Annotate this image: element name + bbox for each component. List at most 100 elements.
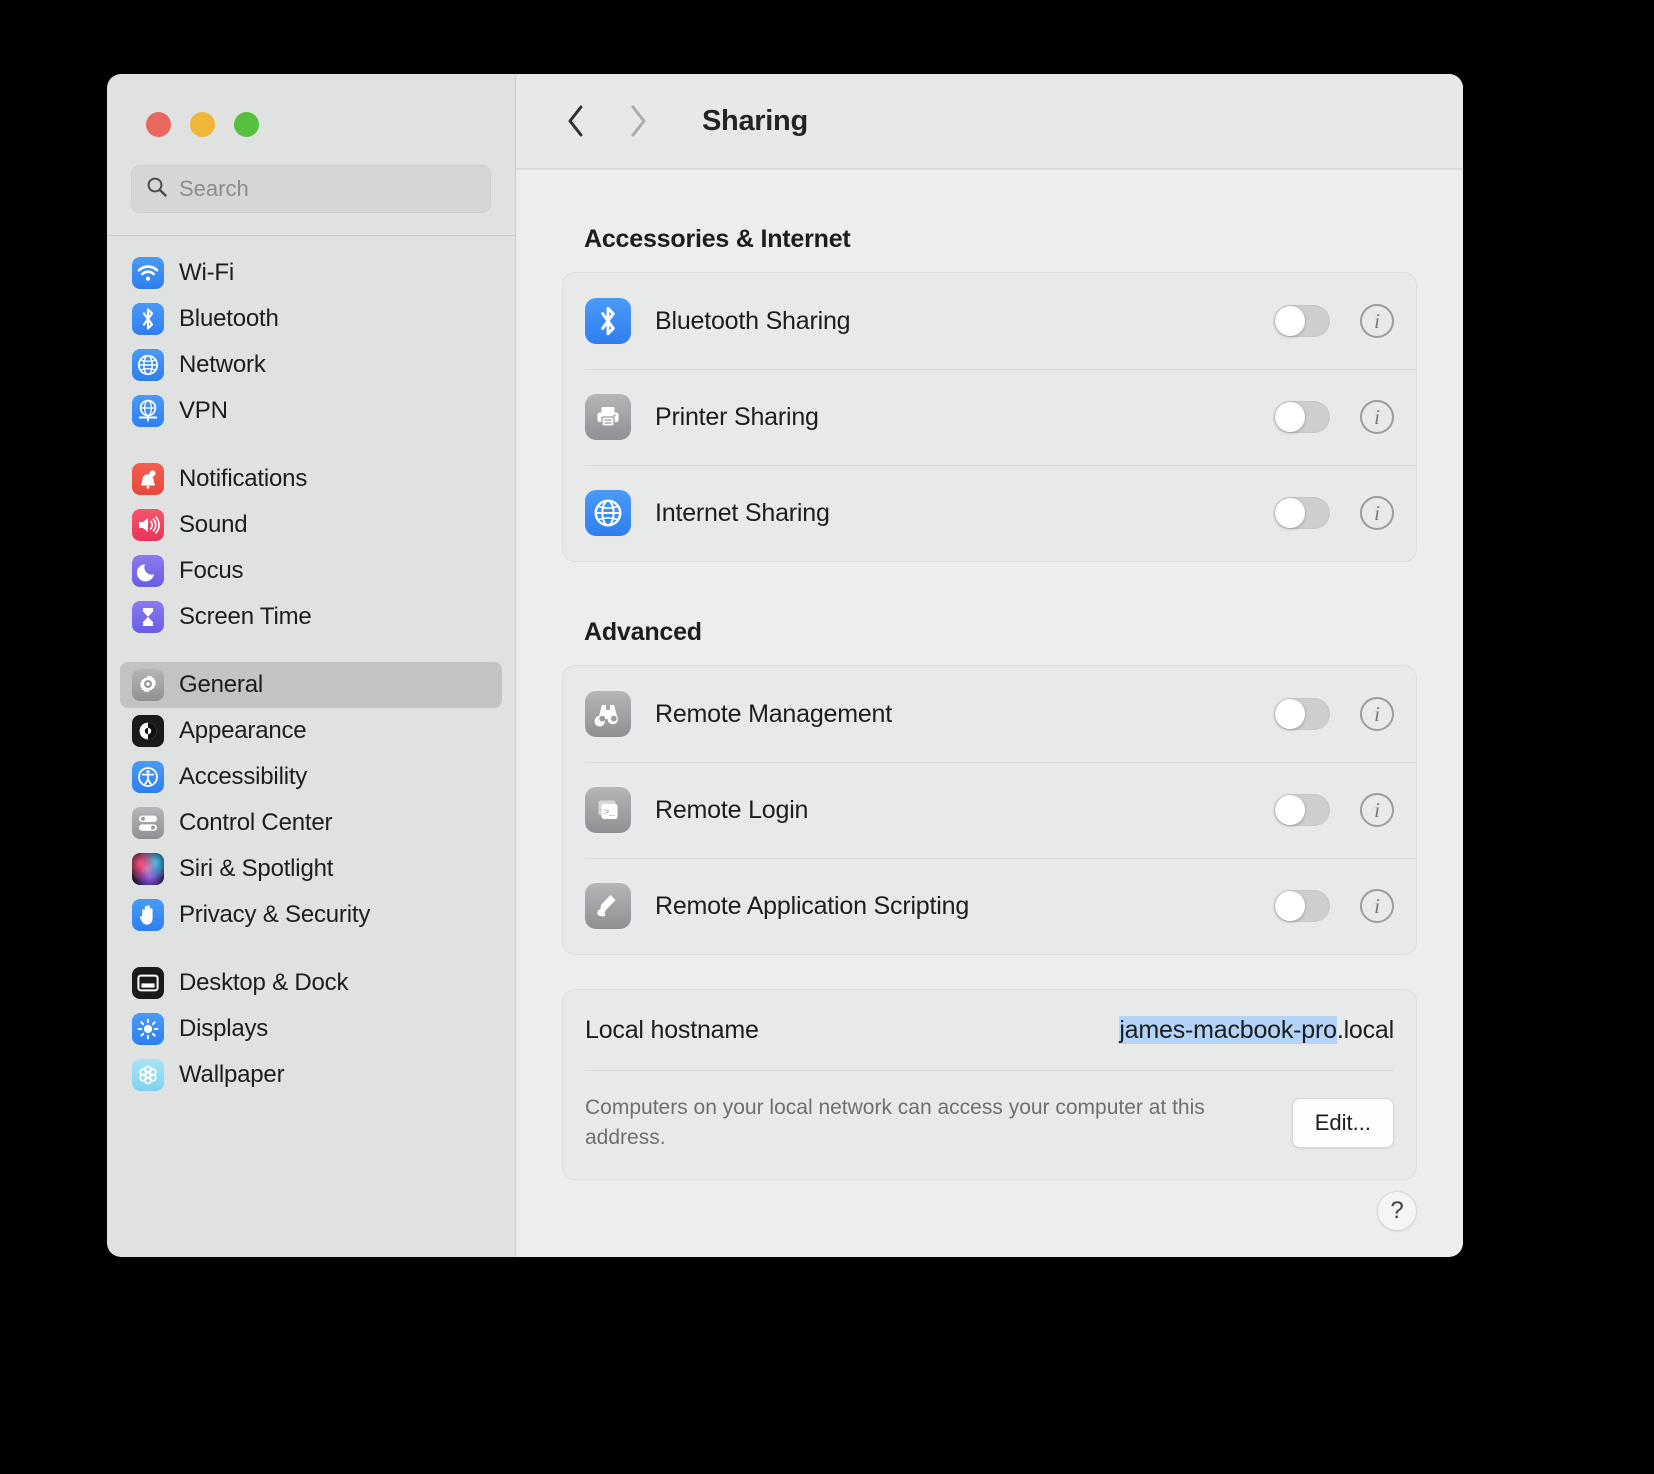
nav-group-appearance: Desktop & Dock Displays Wallpaper bbox=[120, 960, 502, 1098]
printer-icon bbox=[585, 394, 631, 440]
sidebar-item-appearance[interactable]: Appearance bbox=[120, 708, 502, 754]
hostname-description-row: Computers on your local network can acce… bbox=[563, 1071, 1416, 1179]
remote-management-toggle[interactable] bbox=[1274, 698, 1330, 730]
section-title-accessories: Accessories & Internet bbox=[584, 225, 851, 253]
row-remote-application-scripting[interactable]: Remote Application Scripting i bbox=[563, 858, 1416, 954]
toolbar: Sharing bbox=[516, 74, 1463, 169]
local-hostname-value[interactable]: james-macbook-pro.local bbox=[1119, 1015, 1394, 1045]
row-label: Remote Management bbox=[655, 699, 893, 728]
sidebar-item-desktop-dock[interactable]: Desktop & Dock bbox=[120, 960, 502, 1006]
bluetooth-icon bbox=[132, 303, 164, 335]
remote-management-info-icon[interactable]: i bbox=[1360, 697, 1394, 731]
help-button[interactable]: ? bbox=[1377, 1191, 1417, 1231]
bluetooth-sharing-info-icon[interactable]: i bbox=[1360, 304, 1394, 338]
edit-hostname-button[interactable]: Edit... bbox=[1291, 1097, 1394, 1148]
sidebar-item-vpn[interactable]: VPN bbox=[120, 388, 502, 434]
row-label: Printer Sharing bbox=[655, 402, 819, 431]
appearance-icon bbox=[132, 715, 164, 747]
sidebar: Wi-Fi Bluetooth bbox=[107, 74, 516, 1257]
settings-content: Accessories & Internet Bluetooth Sharing… bbox=[516, 169, 1463, 1257]
sidebar-item-focus[interactable]: Focus bbox=[120, 548, 502, 594]
sidebar-item-general[interactable]: General bbox=[120, 662, 502, 708]
row-bluetooth-sharing[interactable]: Bluetooth Sharing i bbox=[563, 273, 1416, 369]
main-panel: Sharing Accessories & Internet Bluetooth… bbox=[516, 74, 1463, 1257]
traffic-lights bbox=[107, 74, 515, 137]
sidebar-item-notifications[interactable]: Notifications bbox=[120, 456, 502, 502]
sidebar-item-privacy-security[interactable]: Privacy & Security bbox=[120, 892, 502, 938]
sidebar-item-label: Privacy & Security bbox=[179, 901, 371, 928]
sidebar-item-label: Desktop & Dock bbox=[179, 969, 349, 996]
script-icon bbox=[585, 883, 631, 929]
local-hostname-value-suffix: .local bbox=[1336, 1015, 1394, 1044]
remote-login-info-icon[interactable]: i bbox=[1360, 793, 1394, 827]
svg-text:>_: >_ bbox=[604, 808, 615, 818]
local-hostname-row: Local hostname james-macbook-pro.local bbox=[563, 990, 1416, 1070]
row-internet-sharing[interactable]: Internet Sharing i bbox=[563, 465, 1416, 561]
forward-button[interactable] bbox=[620, 99, 656, 143]
internet-sharing-info-icon[interactable]: i bbox=[1360, 496, 1394, 530]
row-label: Bluetooth Sharing bbox=[655, 306, 851, 335]
sidebar-item-control-center[interactable]: Control Center bbox=[120, 800, 502, 846]
local-hostname-label: Local hostname bbox=[585, 1015, 759, 1044]
row-remote-login[interactable]: >_ Remote Login i bbox=[563, 762, 1416, 858]
system-settings-window: Wi-Fi Bluetooth bbox=[107, 74, 1463, 1257]
bluetooth-sharing-toggle[interactable] bbox=[1274, 305, 1330, 337]
globe-icon bbox=[585, 490, 631, 536]
terminal-icon: >_ bbox=[585, 787, 631, 833]
bell-icon bbox=[132, 463, 164, 495]
desktop-dock-icon bbox=[132, 967, 164, 999]
sidebar-item-siri-spotlight[interactable]: Siri & Spotlight bbox=[120, 846, 502, 892]
sidebar-item-label: Wi-Fi bbox=[179, 259, 234, 286]
nav-group-network: Wi-Fi Bluetooth Network VPN bbox=[120, 250, 502, 434]
printer-sharing-info-icon[interactable]: i bbox=[1360, 400, 1394, 434]
sidebar-item-wallpaper[interactable]: Wallpaper bbox=[120, 1052, 502, 1098]
sidebar-item-accessibility[interactable]: Accessibility bbox=[120, 754, 502, 800]
sidebar-item-label: Screen Time bbox=[179, 603, 312, 630]
back-button[interactable] bbox=[558, 99, 594, 143]
advanced-card: Remote Management i >_ Remote Login i Re… bbox=[562, 665, 1417, 955]
sidebar-item-displays[interactable]: Displays bbox=[120, 1006, 502, 1052]
row-label: Remote Login bbox=[655, 795, 809, 824]
remote-application-scripting-info-icon[interactable]: i bbox=[1360, 889, 1394, 923]
sidebar-item-wifi[interactable]: Wi-Fi bbox=[120, 250, 502, 296]
section-title-advanced: Advanced bbox=[584, 618, 702, 646]
sidebar-item-label: Bluetooth bbox=[179, 305, 279, 332]
sidebar-item-label: Control Center bbox=[179, 809, 333, 836]
search-icon bbox=[146, 176, 168, 203]
row-remote-management[interactable]: Remote Management i bbox=[563, 666, 1416, 762]
page-title: Sharing bbox=[702, 104, 808, 137]
row-label: Remote Application Scripting bbox=[655, 891, 970, 920]
printer-sharing-toggle[interactable] bbox=[1274, 401, 1330, 433]
sidebar-item-label: Network bbox=[179, 351, 266, 378]
sidebar-item-bluetooth[interactable]: Bluetooth bbox=[120, 296, 502, 342]
sidebar-item-sound[interactable]: Sound bbox=[120, 502, 502, 548]
sidebar-item-label: Siri & Spotlight bbox=[179, 855, 334, 882]
speaker-icon bbox=[132, 509, 164, 541]
row-printer-sharing[interactable]: Printer Sharing i bbox=[563, 369, 1416, 465]
bluetooth-icon bbox=[585, 298, 631, 344]
minimize-button[interactable] bbox=[190, 112, 215, 137]
zoom-button[interactable] bbox=[234, 112, 259, 137]
close-button[interactable] bbox=[146, 112, 171, 137]
gear-icon bbox=[132, 669, 164, 701]
sliders-icon bbox=[132, 807, 164, 839]
search-box[interactable] bbox=[131, 165, 491, 213]
sidebar-item-network[interactable]: Network bbox=[120, 342, 502, 388]
nav-group-general: General Appearance Accessibility Control… bbox=[120, 662, 502, 938]
hostname-description: Computers on your local network can acce… bbox=[585, 1096, 1205, 1149]
globe-icon bbox=[132, 349, 164, 381]
internet-sharing-toggle[interactable] bbox=[1274, 497, 1330, 529]
brightness-icon bbox=[132, 1013, 164, 1045]
sidebar-item-label: Notifications bbox=[179, 465, 308, 492]
scroll-edge bbox=[516, 169, 1463, 170]
hourglass-icon bbox=[132, 601, 164, 633]
sidebar-item-label: General bbox=[179, 671, 263, 698]
sidebar-item-label: VPN bbox=[179, 397, 228, 424]
local-hostname-value-selected: james-macbook-pro bbox=[1119, 1015, 1337, 1044]
remote-login-toggle[interactable] bbox=[1274, 794, 1330, 826]
sidebar-item-label: Appearance bbox=[179, 717, 307, 744]
sidebar-item-screen-time[interactable]: Screen Time bbox=[120, 594, 502, 640]
remote-application-scripting-toggle[interactable] bbox=[1274, 890, 1330, 922]
search-input[interactable] bbox=[179, 176, 476, 202]
accessories-card: Bluetooth Sharing i Printer Sharing i In… bbox=[562, 272, 1417, 562]
